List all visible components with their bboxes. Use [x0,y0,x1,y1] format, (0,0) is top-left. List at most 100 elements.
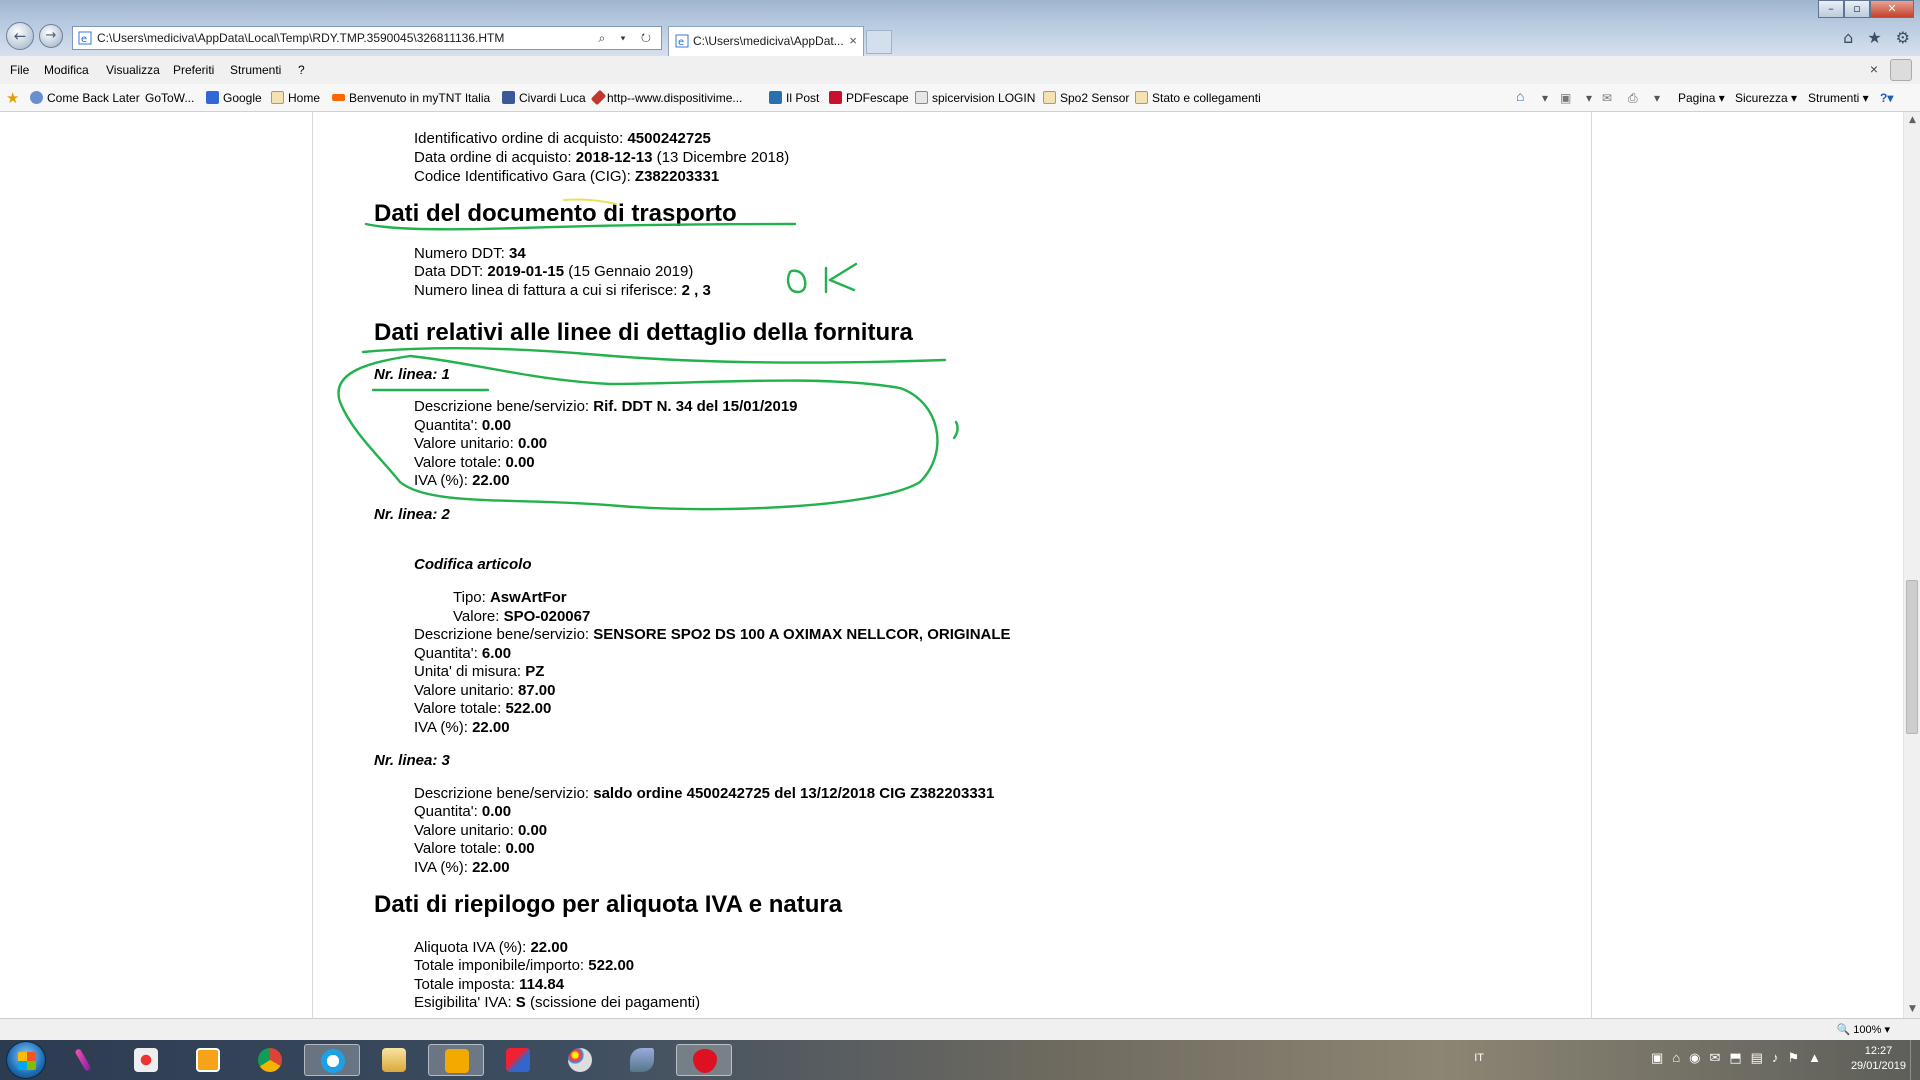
ddt-linea-line: Numero linea di fattura a cui si riferis… [414,282,711,299]
windows-taskbar: IT ▣⌂◉✉⬒▤♪⚑▲ 12:27 29/01/2019 [0,1040,1920,1080]
scroll-down-arrow-icon[interactable]: ▼ [1904,1001,1920,1018]
fav-item[interactable]: Google [206,91,262,105]
dropdown-arrow-icon[interactable]: ▾ [1542,91,1548,105]
home-icon[interactable]: ⌂ [1843,28,1853,47]
vertical-scrollbar[interactable]: ▲ ▼ [1903,112,1920,1018]
start-button[interactable] [6,1041,46,1079]
pen-icon [74,1048,92,1072]
chrome-icon [258,1048,282,1072]
address-bar[interactable]: e C:\Users\mediciva\AppData\Local\Temp\R… [72,26,662,50]
menu-file[interactable]: File [10,63,29,77]
fav-item[interactable]: Come Back Later [30,91,140,105]
gear-icon[interactable]: ⚙ [1896,28,1910,47]
fish-icon [630,1048,654,1072]
codifica-articolo-title: Codifica articolo [414,556,532,573]
linea3-descr: Descrizione bene/servizio: saldo ordine … [414,785,995,802]
linea2-um: Unita' di misura: PZ [414,663,545,680]
taskbar-app-snipping[interactable] [118,1044,174,1076]
favorites-star-icon[interactable]: ★ [1867,28,1881,47]
taskbar-app-pen[interactable] [56,1044,112,1076]
security-menu[interactable]: Sicurezza ▾ [1735,91,1797,105]
ordine-data-line: Data ordine di acquisto: 2018-12-13 (13 … [414,149,790,166]
fav-item[interactable]: spicervision LOGIN [915,91,1035,105]
system-tray-icons[interactable]: ▣⌂◉✉⬒▤♪⚑▲ [1651,1050,1830,1066]
rss-icon[interactable]: ▣ [1560,91,1571,105]
strawberry-icon [693,1049,717,1073]
window-controls: – ▫ ✕ [1818,0,1914,20]
dropdown-arrow-icon[interactable]: ▾ [1586,91,1592,105]
taskbar-app-ie[interactable] [304,1044,360,1076]
clock-date: 29/01/2019 [1850,1060,1906,1072]
fav-item[interactable]: Spo2 Sensor [1043,91,1129,105]
menu-extra-button[interactable] [1890,59,1912,81]
taskbar-app-paint[interactable] [552,1044,608,1076]
riepilogo-esigibilita: Esigibilita' IVA: S (scissione dei pagam… [414,994,701,1011]
tools-menu[interactable]: Strumenti ▾ [1808,91,1869,105]
ilpost-icon [769,91,782,104]
browser-titlebar: ← → e C:\Users\mediciva\AppData\Local\Te… [0,0,1920,56]
menu-modifica[interactable]: Modifica [44,63,89,77]
fav-item[interactable]: http--www.dispositivime... [590,89,742,106]
fav-item[interactable]: Civardi Luca [502,91,586,105]
fav-item[interactable]: Benvenuto in myTNT Italia [332,91,490,105]
menu-help[interactable]: ? [298,63,305,77]
mail-icon[interactable]: ✉ [1602,91,1612,105]
menu-close-icon[interactable]: × [1870,61,1878,77]
clock[interactable]: 12:27 29/01/2019 [1851,1044,1906,1074]
taskbar-app-fish[interactable] [614,1044,670,1076]
page-icon [1043,91,1056,104]
fav-item[interactable]: Il Post [769,91,819,105]
new-tab-button[interactable] [866,30,892,54]
help-menu[interactable]: ?▾ [1880,91,1893,105]
zoom-level[interactable]: 🔍 100% ▾ [1837,1023,1890,1036]
section-title-trasporto: Dati del documento di trasporto [374,200,737,227]
pdf-icon [829,91,842,104]
dropdown-arrow-icon[interactable]: ▾ [1654,91,1660,105]
command-bar: ⌂ ▾ ▣ ▾ ✉ ⎙ ▾ Pagina ▾ Sicurezza ▾ Strum… [1510,88,1910,111]
ddt-data-line: Data DDT: 2019-01-15 (15 Gennaio 2019) [414,263,694,280]
scroll-up-arrow-icon[interactable]: ▲ [1904,112,1920,129]
show-desktop-button[interactable] [1910,1040,1920,1080]
browser-right-buttons: ⌂ ★ ⚙ [1843,28,1910,47]
fav-item[interactable]: Stato e collegamenti [1135,91,1261,105]
tab-close-icon[interactable]: × [849,27,857,55]
menu-strumenti[interactable]: Strumenti [230,63,281,77]
tab-title: C:\Users\mediciva\AppDat... [693,34,844,48]
fav-item[interactable]: PDFescape [829,91,909,105]
clock-time: 12:27 [1864,1045,1893,1057]
fav-item[interactable]: Home [271,91,320,105]
taskbar-app-explorer[interactable] [366,1044,422,1076]
fav-item[interactable]: GoToW... [145,91,194,105]
taskbar-app-chrome[interactable] [242,1044,298,1076]
close-window-button[interactable]: ✕ [1870,0,1914,18]
linea1-qta: Quantita': 0.00 [414,417,512,434]
language-indicator[interactable]: IT [1474,1052,1484,1064]
address-search-refresh-icons[interactable]: ⌕ ▾ ↻ [598,27,657,49]
menu-preferiti[interactable]: Preferiti [173,63,214,77]
menu-visualizza[interactable]: Visualizza [106,63,160,77]
paint-icon [568,1048,592,1072]
page-icon [915,91,928,104]
tab-current[interactable]: e C:\Users\mediciva\AppDat... × [668,26,864,56]
taskbar-app-tools[interactable] [490,1044,546,1076]
menu-bar: File Modifica Visualizza Preferiti Strum… [0,56,1920,84]
taskbar-app-outlook[interactable] [428,1044,484,1076]
scroll-thumb[interactable] [1906,580,1918,734]
svg-text:e: e [81,34,87,45]
minimize-button[interactable]: – [1818,0,1844,18]
address-text: C:\Users\mediciva\AppData\Local\Temp\RDY… [97,31,505,45]
invoice-document: Identificativo ordine di acquisto: 45002… [312,112,1592,1018]
page-menu[interactable]: Pagina ▾ [1678,91,1725,105]
taskbar-app-strawberry[interactable] [676,1044,732,1076]
forward-button[interactable]: → [39,24,63,48]
back-button[interactable]: ← [6,22,34,50]
home-icon[interactable]: ⌂ [1516,88,1524,104]
taskbar-app-media[interactable] [180,1044,236,1076]
favorites-add-icon[interactable]: ★ [6,89,19,107]
maximize-button[interactable]: ▫ [1844,0,1870,18]
magnifier-icon: 🔍 [1836,1024,1854,1036]
nr-linea-1: Nr. linea: 1 [374,366,450,383]
riepilogo-imposta: Totale imposta: 114.84 [414,976,565,993]
page-viewport[interactable]: Identificativo ordine di acquisto: 45002… [0,112,1903,1018]
print-icon[interactable]: ⎙ [1628,91,1638,106]
